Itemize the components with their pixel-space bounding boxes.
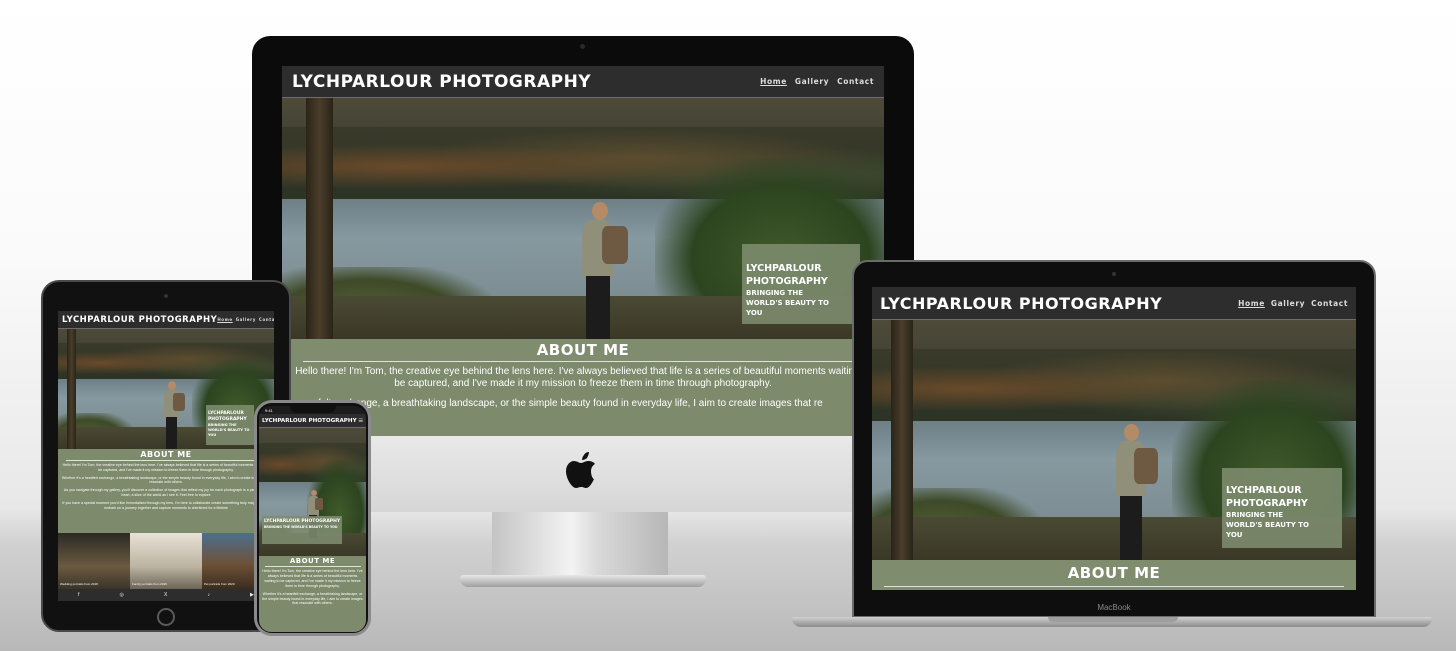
about-body: Hello there! I'm Tom, the creative eye b…: [282, 361, 884, 436]
tiktok-icon[interactable]: ♪: [207, 592, 210, 598]
laptop-nav-contact[interactable]: Contact: [1311, 299, 1348, 308]
hero-caption-title-2: PHOTOGRAPHY: [746, 276, 828, 287]
nav-gallery[interactable]: Gallery: [795, 77, 829, 86]
imac-camera: [580, 44, 585, 49]
hero-caption-title-1: LYCHPARLOUR: [746, 263, 822, 274]
phone-time: 9:41: [265, 408, 273, 413]
iphone-screen: 9:41 LYCHPARLOUR PHOTOGRAPHY ≡ LYCHPARLO…: [259, 406, 366, 632]
tablet-nav-contact[interactable]: Contact: [259, 317, 274, 322]
tablet-footer: f ◎ X ♪ ▶: [58, 589, 274, 601]
imac-stand-neck: [492, 512, 668, 578]
facebook-icon[interactable]: f: [78, 592, 79, 598]
imac-stand-foot: [460, 575, 706, 587]
tablet-hero-image: LYCHPARLOUR PHOTOGRAPHY BRINGING THE WOR…: [58, 329, 274, 449]
about-title: ABOUT ME: [536, 341, 630, 359]
laptop-nav-home[interactable]: Home: [1238, 299, 1265, 308]
tablet-about-paragraph-1: Hello there! I'm Tom, the creative eye b…: [62, 463, 270, 472]
phone-about-title: ABOUT ME: [289, 557, 336, 565]
hero-caption-box: LYCHPARLOUR PHOTOGRAPHY BRINGING THE WOR…: [742, 244, 860, 324]
phone-site-brand[interactable]: LYCHPARLOUR PHOTOGRAPHY: [262, 418, 357, 424]
ipad-screen: LYCHPARLOUR PHOTOGRAPHY Home Gallery Con…: [58, 311, 274, 601]
tablet-about-section: ABOUT ME Hello there! I'm Tom, the creat…: [58, 449, 274, 533]
phone-hero-caption-box: LYCHPARLOUR PHOTOGRAPHY BRINGING THE WOR…: [262, 516, 342, 544]
about-section: ABOUT ME: [282, 339, 884, 361]
hamburger-menu-icon[interactable]: ≡: [358, 416, 363, 425]
apple-logo-icon: [566, 452, 595, 488]
laptop-hero-image: LYCHPARLOUR PHOTOGRAPHY BRINGING THE WOR…: [872, 320, 1356, 560]
macbook-screen: LYCHPARLOUR PHOTOGRAPHY Home Gallery Con…: [872, 287, 1356, 590]
gallery-tile-family[interactable]: Family portraits from 2019: [130, 533, 202, 589]
laptop-hero-caption-title-2: PHOTOGRAPHY: [1226, 498, 1308, 509]
tablet-site-brand[interactable]: LYCHPARLOUR PHOTOGRAPHY: [62, 315, 217, 325]
ipad-home-button: [157, 608, 175, 626]
gallery-caption-pets: Pet portraits from 2020: [204, 582, 235, 586]
laptop-site-nav: Home Gallery Contact: [1238, 299, 1348, 308]
about-paragraph-2: felt exchange, a breathtaking landscape,…: [318, 398, 823, 409]
tablet-about-paragraph-2: Whether it's a heartfelt exchange, a bre…: [61, 475, 271, 485]
hero-caption-tagline: BRINGING THE WORLD'S BEAUTY TO YOU: [746, 289, 829, 317]
tablet-nav-gallery[interactable]: Gallery: [236, 317, 256, 322]
nav-contact[interactable]: Contact: [837, 77, 874, 86]
laptop-site-header: LYCHPARLOUR PHOTOGRAPHY Home Gallery Con…: [872, 287, 1356, 320]
iphone-notch: [290, 405, 336, 413]
site-header: LYCHPARLOUR PHOTOGRAPHY Home Gallery Con…: [282, 66, 884, 98]
photographer-figure: [564, 202, 634, 339]
gallery-tile-wedding[interactable]: Wedding portraits from 2018: [58, 533, 130, 589]
tablet-gallery-row: Wedding portraits from 2018 Family portr…: [58, 533, 274, 589]
imac-screen: LYCHPARLOUR PHOTOGRAPHY Home Gallery Con…: [282, 66, 884, 436]
gallery-caption-family: Family portraits from 2019: [132, 582, 167, 586]
macbook-label: MacBook: [1097, 603, 1131, 612]
laptop-nav-gallery[interactable]: Gallery: [1271, 299, 1305, 308]
tablet-about-title: ABOUT ME: [140, 450, 192, 459]
phone-hero-caption-tagline: BRINGING THE WORLD'S BEAUTY TO YOU: [264, 525, 338, 529]
laptop-about-section: ABOUT ME: [872, 560, 1356, 590]
laptop-about-title: ABOUT ME: [1067, 564, 1161, 582]
tablet-photographer-figure: [156, 381, 188, 449]
phone-site-header: LYCHPARLOUR PHOTOGRAPHY ≡: [259, 414, 366, 428]
site-nav: Home Gallery Contact: [760, 77, 874, 86]
about-paragraph-1: Hello there! I'm Tom, the creative eye b…: [295, 366, 871, 389]
phone-hero-image: LYCHPARLOUR PHOTOGRAPHY BRINGING THE WOR…: [259, 428, 366, 556]
macbook-opening-notch: [1048, 617, 1178, 622]
tablet-about-paragraph-4: If you have a special moment you'd like …: [62, 500, 270, 510]
instagram-icon[interactable]: ◎: [120, 592, 124, 598]
phone-about-paragraph-1: Hello there! I'm Tom, the creative eye b…: [262, 569, 363, 588]
laptop-site-brand[interactable]: LYCHPARLOUR PHOTOGRAPHY: [880, 294, 1162, 313]
gallery-caption-wedding: Wedding portraits from 2018: [60, 582, 98, 586]
x-icon[interactable]: X: [164, 592, 167, 598]
ipad-camera: [164, 294, 168, 298]
macbook-camera: [1112, 272, 1116, 276]
laptop-photographer-figure: [1100, 424, 1164, 560]
tablet-site-header: LYCHPARLOUR PHOTOGRAPHY Home Gallery Con…: [58, 311, 274, 329]
site-brand[interactable]: LYCHPARLOUR PHOTOGRAPHY: [292, 72, 591, 92]
tablet-hero-caption-tagline: BRINGING THE WORLD'S BEAUTY TO YOU: [208, 423, 250, 437]
tablet-hero-caption-box: LYCHPARLOUR PHOTOGRAPHY BRINGING THE WOR…: [206, 405, 254, 445]
laptop-hero-caption-box: LYCHPARLOUR PHOTOGRAPHY BRINGING THE WOR…: [1222, 468, 1342, 548]
laptop-hero-caption-tagline: BRINGING THE WORLD'S BEAUTY TO YOU: [1226, 511, 1309, 539]
phone-about-section: ABOUT ME Hello there! I'm Tom, the creat…: [259, 556, 366, 632]
hero-image: LYCHPARLOUR PHOTOGRAPHY BRINGING THE WOR…: [282, 98, 884, 339]
tablet-about-paragraph-3: As you navigate through my gallery, you'…: [63, 488, 269, 497]
nav-home[interactable]: Home: [760, 77, 787, 86]
laptop-about-divider: [884, 586, 1344, 587]
tablet-nav-home[interactable]: Home: [217, 317, 232, 322]
laptop-hero-caption-title-1: LYCHPARLOUR: [1226, 485, 1302, 496]
tablet-site-nav: Home Gallery Contact: [217, 317, 274, 322]
phone-about-paragraph-2: Whether it's a heartfelt exchange, a bre…: [262, 591, 363, 606]
